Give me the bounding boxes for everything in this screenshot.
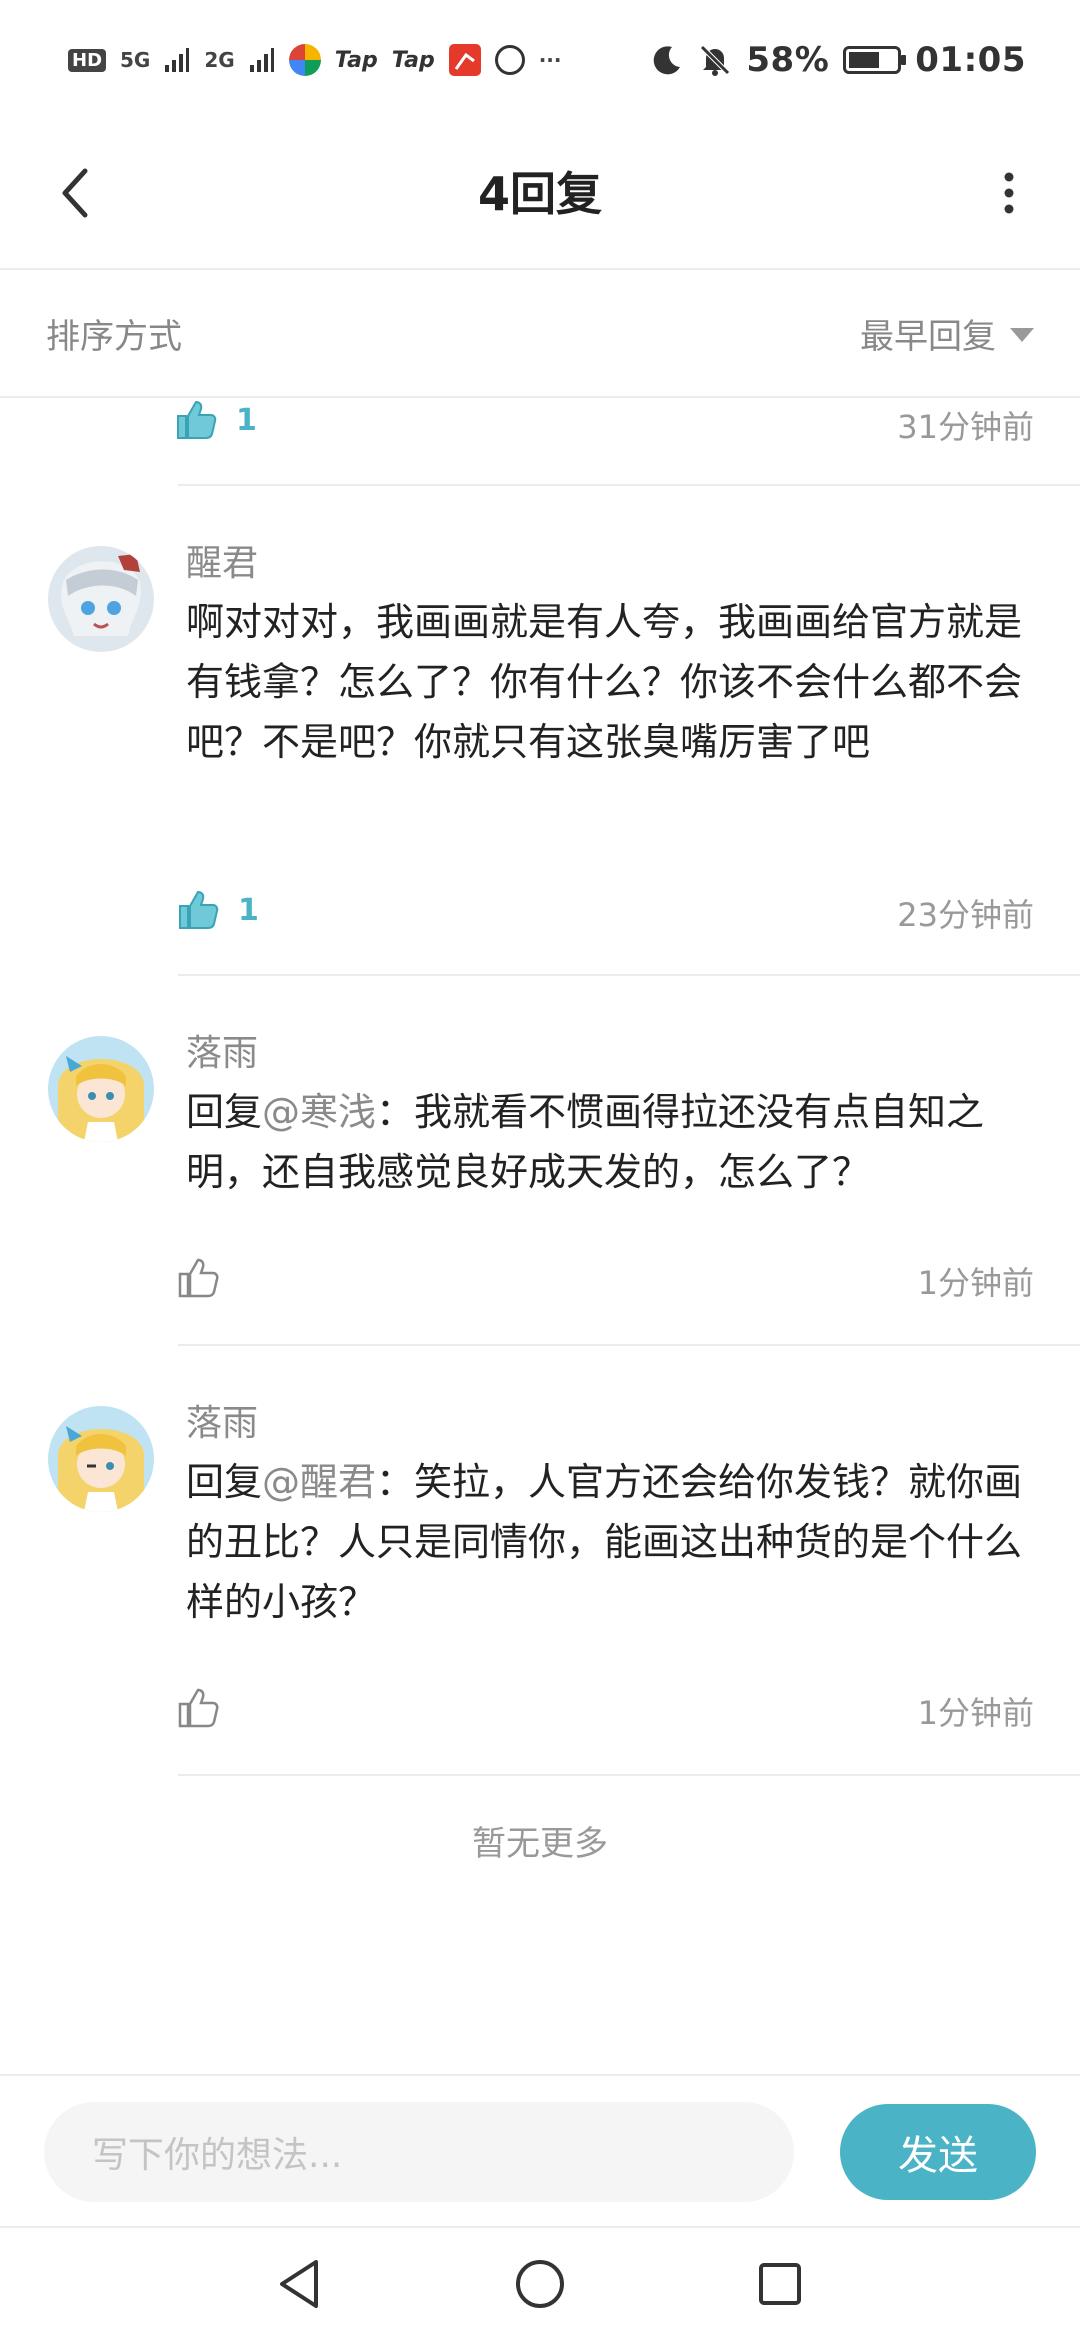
taptap-icon: Tap <box>334 47 378 73</box>
thumbs-up-outline-icon <box>178 1688 219 1728</box>
list-item: 落雨 回复@寒浅：我就看不惯画得拉还没有点自知之明，还自我感觉良好成天发的，怎么… <box>0 976 1080 1346</box>
timestamp: 31分钟前 <box>897 408 1034 446</box>
thumbs-up-filled-icon <box>177 400 217 439</box>
app-icon-red <box>448 44 481 76</box>
username[interactable]: 落雨 <box>186 1394 258 1446</box>
like-count: 1 <box>238 892 259 928</box>
battery-percent: 58% <box>746 40 830 80</box>
hd-icon: HD <box>68 48 107 72</box>
reply-content: 回复@寒浅：我就看不惯画得拉还没有点自知之明，还自我感觉良好成天发的，怎么了？ <box>186 1082 1036 1202</box>
status-bar: HD 5G 2G Tap Tap ··· 58% 01:05 <box>0 0 1080 120</box>
comment-input-bar: 写下你的想法... 发送 <box>0 2074 1080 2226</box>
nav-recents-button[interactable] <box>750 2254 810 2314</box>
mention-link[interactable]: @醒君 <box>262 1460 376 1504</box>
username[interactable]: 落雨 <box>186 1024 258 1076</box>
clock: 01:05 <box>915 40 1026 80</box>
reply-prefix: 回复 <box>186 1460 263 1504</box>
comment-input-placeholder: 写下你的想法... <box>92 2135 343 2176</box>
sort-label: 排序方式 <box>46 316 182 357</box>
more-notifications-icon: ··· <box>538 48 562 72</box>
reply-prefix: 回复 <box>186 1090 263 1134</box>
like-button[interactable]: 1 <box>176 888 259 932</box>
list-item: 落雨 回复@醒君：笑拉，人官方还会给你发钱？就你画的丑比？人只是同情你，能画这出… <box>0 1346 1080 1776</box>
square-recents-icon <box>759 2263 801 2305</box>
no-more-text: 暂无更多 <box>472 1824 608 1864</box>
nav-home-button[interactable] <box>510 2254 570 2314</box>
more-vertical-icon <box>1004 172 1014 214</box>
network-2g: 2G <box>204 48 235 72</box>
status-right: 58% 01:05 <box>650 40 1026 80</box>
like-button[interactable] <box>176 1686 220 1730</box>
avatar[interactable] <box>48 1036 154 1142</box>
taptap-icon-2: Tap <box>391 47 435 73</box>
timestamp: 1分钟前 <box>917 1264 1034 1302</box>
like-button[interactable]: 1 <box>174 398 257 442</box>
timestamp: 1分钟前 <box>917 1694 1034 1732</box>
page-title: 4回复 <box>477 167 602 221</box>
app-header: 4回复 <box>0 120 1080 270</box>
sort-dropdown[interactable]: 最早回复 <box>860 309 1034 358</box>
sort-selected: 最早回复 <box>860 316 996 357</box>
nav-back-button[interactable] <box>270 2254 330 2314</box>
sort-bar: 排序方式 最早回复 <box>0 270 1080 398</box>
timestamp: 23分钟前 <box>897 896 1034 934</box>
triangle-back-icon <box>280 2260 318 2308</box>
avatar[interactable] <box>48 1406 154 1512</box>
system-nav-bar <box>0 2226 1080 2340</box>
app-icon-colorful <box>288 44 321 76</box>
bell-muted-icon <box>698 43 732 77</box>
signal-icon-2 <box>249 47 275 73</box>
avatar[interactable] <box>48 546 154 652</box>
circle-home-icon <box>516 2260 564 2308</box>
comment-input[interactable]: 写下你的想法... <box>44 2102 794 2202</box>
status-left: HD 5G 2G Tap Tap ··· <box>68 44 562 76</box>
battery-icon <box>843 46 907 74</box>
caret-down-icon <box>1010 328 1034 342</box>
username[interactable]: 醒君 <box>186 534 258 586</box>
like-count: 1 <box>236 402 257 438</box>
signal-icon <box>164 47 190 73</box>
send-button[interactable]: 发送 <box>840 2104 1036 2200</box>
reply-content: 回复@醒君：笑拉，人官方还会给你发钱？就你画的丑比？人只是同情你，能画这出种货的… <box>186 1452 1036 1632</box>
reply-text: 啊对对对，我画画就是有人夸，我画画给官方就是有钱拿？怎么了？你有什么？你该不会什… <box>186 600 1023 764</box>
network-5g: 5G <box>120 48 151 72</box>
moon-icon <box>650 43 684 77</box>
reply-list: 1 31分钟前 醒君 啊对对对，我画画就是有人夸，我画画给官方就是有钱拿？怎么了… <box>0 398 1080 1865</box>
more-options-button[interactable] <box>974 158 1044 228</box>
thumbs-up-outline-icon <box>178 1258 219 1298</box>
divider <box>178 1774 1080 1776</box>
like-button[interactable] <box>176 1256 220 1300</box>
app-icon-ball <box>494 45 525 75</box>
list-item-partial: 1 31分钟前 <box>177 398 1080 486</box>
reply-content: 啊对对对，我画画就是有人夸，我画画给官方就是有钱拿？怎么了？你有什么？你该不会什… <box>186 592 1036 772</box>
list-item: 醒君 啊对对对，我画画就是有人夸，我画画给官方就是有钱拿？怎么了？你有什么？你该… <box>0 486 1080 976</box>
mention-link[interactable]: @寒浅 <box>262 1090 376 1134</box>
thumbs-up-filled-icon <box>179 890 219 929</box>
